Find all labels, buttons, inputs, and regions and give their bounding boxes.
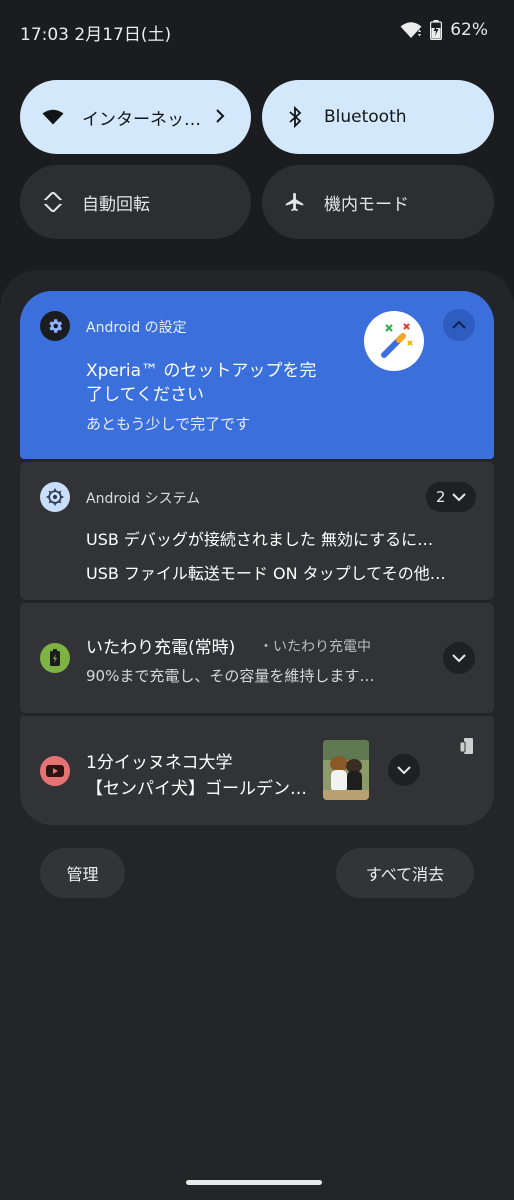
notification-youtube[interactable]: 1分イッヌネコ大学 【センパイ犬】ゴールデン… bbox=[20, 716, 494, 825]
expand-group-button[interactable]: 2 bbox=[426, 482, 476, 512]
tile-auto-rotate[interactable]: 自動回転 bbox=[20, 165, 251, 239]
notification-app-name: Android の設定 bbox=[86, 320, 187, 336]
clear-all-button[interactable]: すべて消去 bbox=[336, 848, 474, 898]
notification-android-system[interactable]: Android システム 2 USB デバッグが接続されました 無効にするに… … bbox=[20, 462, 494, 600]
expand-button[interactable] bbox=[443, 642, 475, 674]
wifi-icon bbox=[400, 21, 422, 39]
notification-setup[interactable]: Android の設定 Xperia™ のセットアップを完 了してください あと… bbox=[20, 291, 494, 459]
airplane-icon bbox=[282, 189, 308, 215]
battery-charging-icon bbox=[430, 20, 443, 40]
expand-button[interactable] bbox=[388, 754, 420, 786]
notification-line-usb-debug: USB デバッグが接続されました 無効にするに… bbox=[86, 530, 434, 549]
chevron-right-icon bbox=[215, 108, 225, 129]
notification-title: いたわり充電(常時) bbox=[86, 638, 236, 658]
notification-battery-care[interactable]: いたわり充電(常時) ・いたわり充電中 90%まで充電し、その容量を維持します… bbox=[20, 603, 494, 713]
bluetooth-icon bbox=[282, 104, 308, 130]
setup-wand-icon bbox=[364, 311, 424, 371]
tile-airplane-mode[interactable]: 機内モード bbox=[262, 165, 494, 239]
chevron-down-icon bbox=[451, 492, 466, 501]
chevron-down-icon bbox=[397, 765, 411, 774]
notification-title: 1分イッヌネコ大学 bbox=[86, 753, 233, 773]
gesture-nav-handle[interactable] bbox=[186, 1180, 322, 1185]
notification-subtitle: ・いたわり充電中 bbox=[259, 639, 371, 655]
tile-bluetooth-label: Bluetooth bbox=[324, 107, 407, 127]
tile-internet-label: インターネッ… bbox=[82, 109, 201, 130]
tile-auto-rotate-label: 自動回転 bbox=[82, 194, 150, 215]
notification-app-name: Android システム bbox=[86, 491, 201, 507]
notification-text: あともう少しで完了です bbox=[86, 415, 251, 433]
auto-rotate-icon bbox=[40, 189, 66, 215]
tile-bluetooth[interactable]: Bluetooth bbox=[262, 80, 494, 154]
notification-line-usb-transfer: USB ファイル転送モード ON タップしてその他… bbox=[86, 564, 446, 583]
settings-gear-icon bbox=[40, 311, 70, 341]
video-thumbnail bbox=[323, 740, 369, 800]
collapse-button[interactable] bbox=[443, 309, 475, 341]
tile-airplane-mode-label: 機内モード bbox=[324, 194, 409, 215]
battery-care-icon bbox=[40, 643, 70, 673]
notification-text: 【センパイ犬】ゴールデン… bbox=[86, 779, 307, 799]
notification-title-line1: Xperia™ のセットアップを完 bbox=[86, 361, 317, 381]
wifi-icon bbox=[40, 104, 66, 130]
youtube-icon bbox=[40, 756, 70, 786]
cast-device-icon[interactable] bbox=[459, 738, 474, 760]
notification-title-line2: 了してください bbox=[86, 385, 204, 405]
chevron-down-icon bbox=[452, 653, 466, 662]
status-time-date: 17:03 2月17日(土) bbox=[20, 25, 172, 45]
notification-count: 2 bbox=[436, 488, 446, 506]
system-gear-icon bbox=[40, 482, 70, 512]
manage-button[interactable]: 管理 bbox=[40, 848, 125, 898]
chevron-up-icon bbox=[452, 320, 466, 329]
tile-internet[interactable]: インターネッ… bbox=[20, 80, 251, 154]
battery-percent: 62% bbox=[450, 20, 488, 40]
notification-text: 90%まで充電し、その容量を維持します… bbox=[86, 667, 375, 685]
status-bar: 17:03 2月17日(土) 62% bbox=[0, 0, 514, 60]
